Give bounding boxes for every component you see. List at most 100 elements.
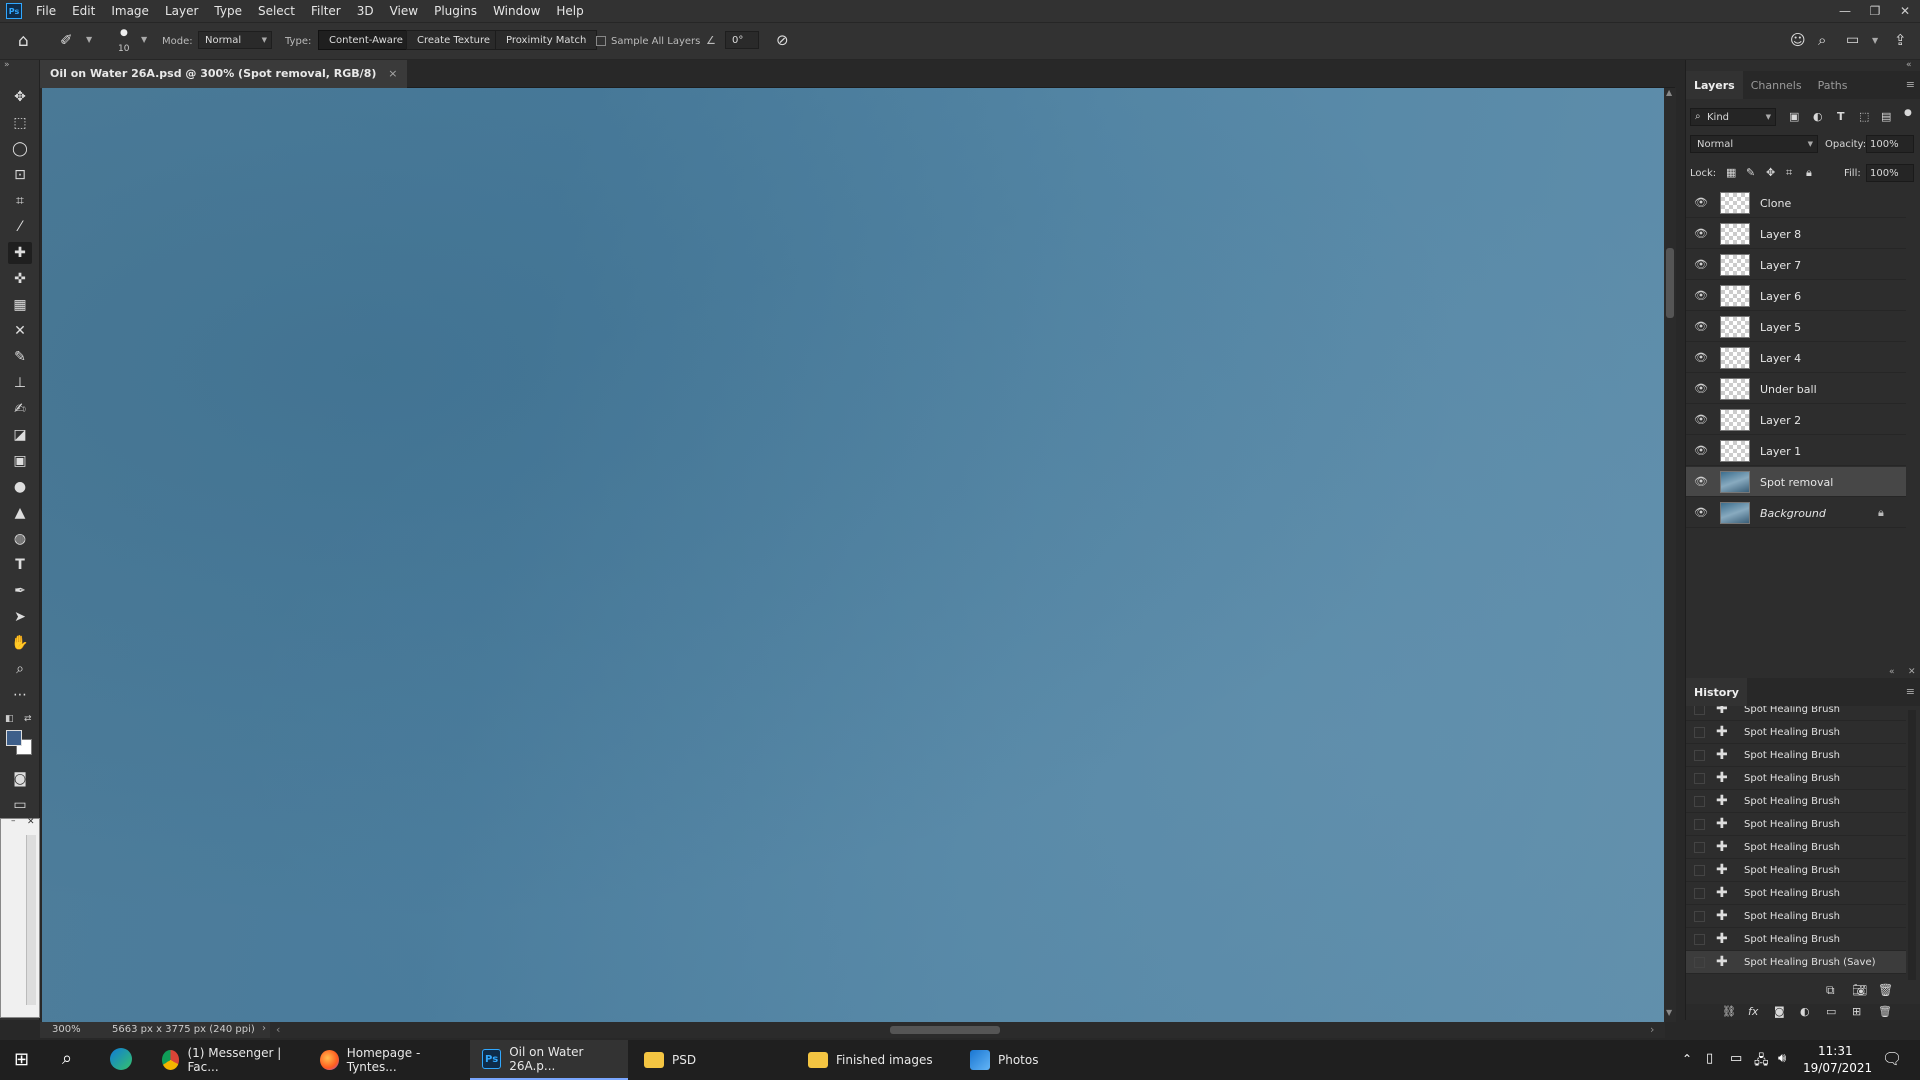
filter-type-icon[interactable]: T <box>1837 110 1845 123</box>
eyedropper-tool-icon[interactable]: ⁄ <box>8 216 32 238</box>
fx-icon[interactable]: fx <box>1748 1005 1758 1018</box>
history-item[interactable]: ✚ Spot Healing Brush <box>1686 928 1906 951</box>
vertical-scrollbar[interactable]: ▲ ▼ <box>1664 88 1676 1022</box>
layer-row[interactable]: 👁︎ Layer 6 <box>1686 281 1906 311</box>
eye-icon[interactable]: 👁︎ <box>1694 289 1708 302</box>
delete-state-icon[interactable]: 🗑︎ <box>1878 983 1893 997</box>
filter-pixel-icon[interactable]: ▣ <box>1789 110 1799 123</box>
opacity-input[interactable]: 100% <box>1866 135 1914 153</box>
panel-menu-icon[interactable]: ≡ <box>1906 685 1915 698</box>
screen-mode-icon[interactable]: ▭ <box>8 794 32 816</box>
volume-icon[interactable]: 🔊︎ <box>1778 1051 1786 1066</box>
lock-transparent-icon[interactable]: ▦ <box>1726 166 1736 179</box>
new-group-icon[interactable]: ▭ <box>1826 1005 1836 1018</box>
eye-icon[interactable]: 👁︎ <box>1694 351 1708 364</box>
history-snapshot-checkbox[interactable] <box>1694 934 1705 945</box>
tab-layers[interactable]: Layers <box>1686 71 1743 99</box>
layer-row[interactable]: 👁︎ Clone <box>1686 188 1906 218</box>
new-layer-icon[interactable]: ⊞ <box>1852 1005 1861 1018</box>
taskbar-app-finished-images[interactable]: Finished images <box>796 1040 954 1080</box>
more-tools-icon[interactable]: ⋯ <box>8 684 32 706</box>
dodge-tool-icon[interactable]: ◍ <box>8 528 32 550</box>
filter-toggle-icon[interactable]: ● <box>1904 108 1912 118</box>
history-item[interactable]: ✚ Spot Healing Brush <box>1686 744 1906 767</box>
history-item[interactable]: ✚ Spot Healing Brush <box>1686 836 1906 859</box>
pressure-size-icon[interactable]: ⊘ <box>776 31 789 49</box>
chevron-up-icon[interactable]: ⌃ <box>1682 1052 1692 1066</box>
proximity-match-button[interactable]: Proximity Match <box>495 30 598 50</box>
history-snapshot-checkbox[interactable] <box>1694 796 1705 807</box>
marquee-tool-icon[interactable]: ⬚ <box>8 112 32 134</box>
storage-icon[interactable]: ▭ <box>1730 1051 1742 1066</box>
tab-channels[interactable]: Channels <box>1743 71 1810 99</box>
gradient-tool-icon[interactable]: ▣ <box>8 450 32 472</box>
object-selection-tool-icon[interactable]: ⊡ <box>8 164 32 186</box>
close-icon[interactable]: ✕ <box>1890 0 1920 22</box>
eye-icon[interactable]: 👁︎ <box>1694 196 1708 209</box>
sharpen-tool-icon[interactable]: ▲ <box>8 502 32 524</box>
clock-time[interactable]: 11:31 <box>1818 1044 1853 1058</box>
fill-input[interactable]: 100% <box>1866 164 1914 182</box>
lock-position-icon[interactable]: ✥ <box>1766 166 1775 179</box>
collapse-icon[interactable]: » <box>4 60 10 70</box>
home-icon[interactable]: ⌂ <box>18 31 29 51</box>
history-snapshot-checkbox[interactable] <box>1694 842 1705 853</box>
move-tool-icon[interactable]: ✥ <box>8 86 32 108</box>
create-texture-button[interactable]: Create Texture <box>406 30 502 50</box>
collapse-icon[interactable]: « <box>1906 60 1912 70</box>
document-tab[interactable]: Oil on Water 26A.psd @ 300% (Spot remova… <box>40 60 408 88</box>
history-item[interactable]: ✚ Spot Healing Brush <box>1686 790 1906 813</box>
eye-icon[interactable]: 👁︎ <box>1694 320 1708 333</box>
windows-start-icon[interactable]: ⊞ <box>14 1049 29 1070</box>
layer-row[interactable]: 👁︎ Under ball <box>1686 374 1906 404</box>
spot-healing-brush-icon[interactable]: ✐ <box>60 31 73 49</box>
menu-edit[interactable]: Edit <box>64 0 103 22</box>
type-tool-icon[interactable]: T <box>8 554 32 576</box>
content-aware-button[interactable]: Content-Aware <box>318 30 414 50</box>
horizontal-scroll-thumb[interactable] <box>890 1026 1000 1034</box>
foreground-color-swatch[interactable] <box>6 730 22 746</box>
document-canvas[interactable] <box>42 88 1664 1022</box>
menu-filter[interactable]: Filter <box>303 0 349 22</box>
history-snapshot-checkbox[interactable] <box>1694 957 1705 968</box>
minimize-icon[interactable]: – <box>11 816 16 826</box>
filter-shape-icon[interactable]: ⬚ <box>1859 110 1869 123</box>
menu-select[interactable]: Select <box>250 0 303 22</box>
history-snapshot-checkbox[interactable] <box>1694 819 1705 830</box>
close-icon[interactable]: ✕ <box>27 817 35 827</box>
brush-picker-chevron-icon[interactable]: ▼ <box>141 35 147 44</box>
zoom-tool-icon[interactable]: ⌕ <box>8 658 32 680</box>
history-item[interactable]: ✚ Spot Healing Brush <box>1686 767 1906 790</box>
chevron-right-icon[interactable]: › <box>262 1023 266 1034</box>
history-brush-tool-icon[interactable]: ✍ <box>8 398 32 420</box>
brush-dot-icon[interactable]: ● <box>120 28 128 38</box>
menu-view[interactable]: View <box>382 0 426 22</box>
history-snapshot-checkbox[interactable] <box>1694 865 1705 876</box>
default-colors-icon[interactable]: ◧ <box>5 714 14 724</box>
panel-menu-icon[interactable]: ≡ <box>1906 78 1915 91</box>
device-icon[interactable]: ▯ <box>1706 1051 1713 1066</box>
filter-adjustment-icon[interactable]: ◐ <box>1813 110 1823 123</box>
chevron-up-icon[interactable]: ▲ <box>1666 88 1672 97</box>
pen-tool-icon[interactable]: ✒ <box>8 580 32 602</box>
healing-brush-tool-icon[interactable]: ✜ <box>8 268 32 290</box>
brush-tool-icon[interactable]: ✎ <box>8 346 32 368</box>
taskbar-app-psd-folder[interactable]: PSD <box>632 1040 790 1080</box>
history-snapshot-checkbox[interactable] <box>1694 727 1705 738</box>
lock-artboard-icon[interactable]: ⌗ <box>1786 166 1792 180</box>
history-snapshot-checkbox[interactable] <box>1694 911 1705 922</box>
collapse-panels-icon[interactable]: « <box>1889 667 1895 677</box>
menu-type[interactable]: Type <box>206 0 250 22</box>
lasso-tool-icon[interactable]: ◯ <box>8 138 32 160</box>
spot-healing-brush-tool-icon[interactable]: ✚ <box>8 242 32 264</box>
delete-layer-icon[interactable]: 🗑︎ <box>1878 1005 1892 1018</box>
vertical-scroll-thumb[interactable] <box>1666 248 1674 318</box>
layer-row[interactable]: 👁︎ Background 🔒︎ <box>1686 498 1906 528</box>
menu-3d[interactable]: 3D <box>349 0 382 22</box>
taskbar-app-messenger[interactable]: (1) Messenger | Fac... <box>150 1040 300 1080</box>
taskbar-app-firefox[interactable]: Homepage - Tyntes... <box>308 1040 466 1080</box>
filter-smart-object-icon[interactable]: ▤ <box>1881 110 1891 123</box>
eye-icon[interactable]: 👁︎ <box>1694 413 1708 426</box>
eye-icon[interactable]: 👁︎ <box>1694 444 1708 457</box>
history-snapshot-checkbox[interactable] <box>1694 773 1705 784</box>
